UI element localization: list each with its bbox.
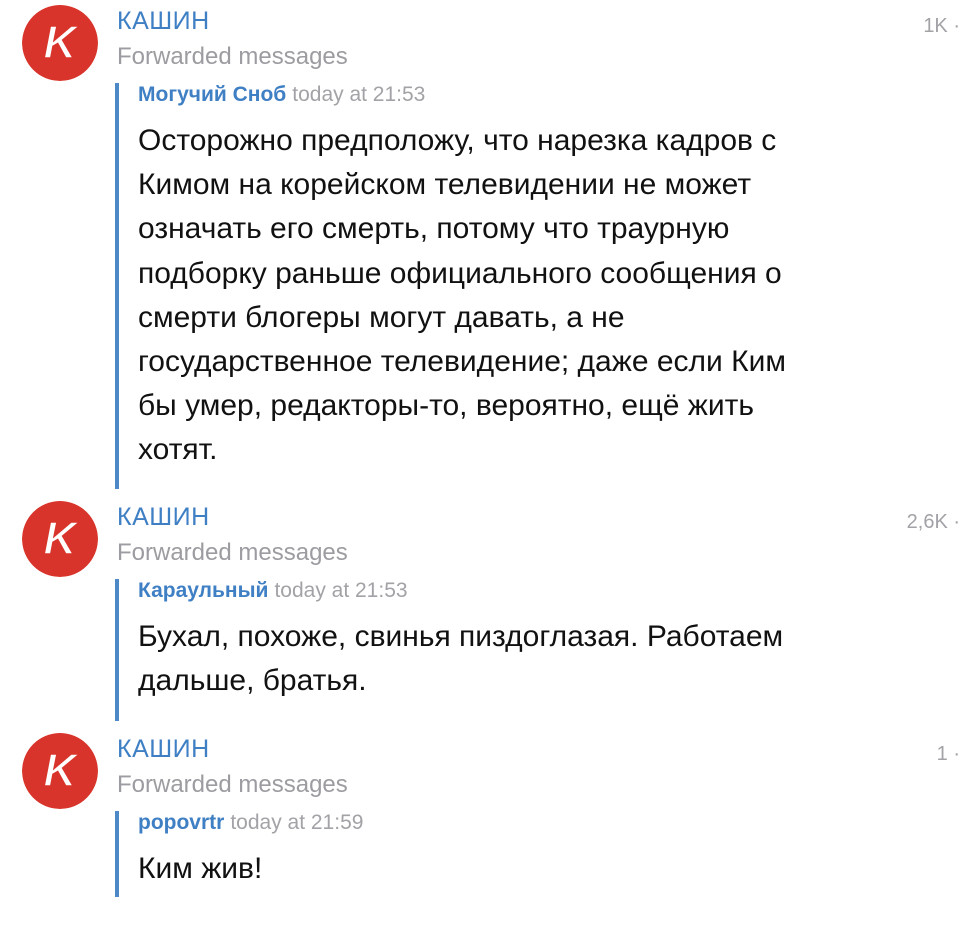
forwarded-message[interactable]: Могучий Сноб today at 21:53 Осторожно пре… bbox=[115, 83, 898, 489]
channel-name[interactable]: КАШИН bbox=[117, 503, 210, 532]
channel-logo-k-icon: K bbox=[22, 733, 98, 809]
forwarded-message[interactable]: Караульный today at 21:53 Бухал, похоже, … bbox=[115, 579, 898, 721]
channel-avatar[interactable]: K bbox=[22, 501, 98, 577]
view-count: 1 · bbox=[936, 743, 960, 765]
channel-name[interactable]: КАШИН bbox=[117, 7, 210, 36]
channel-logo-k-icon: K bbox=[22, 501, 98, 577]
forward-author[interactable]: Караульный bbox=[138, 579, 268, 602]
forwarded-label: Forwarded messages bbox=[117, 539, 348, 566]
svg-text:K: K bbox=[43, 512, 79, 564]
forwarded-message[interactable]: popovrtr today at 21:59 Ким жив! bbox=[115, 811, 898, 897]
message-feed: K КАШИН 1K · Forwarded messages Могучий … bbox=[0, 0, 960, 940]
view-count: 2,6K · bbox=[906, 511, 960, 533]
channel-avatar[interactable]: K bbox=[22, 5, 98, 81]
message-text: Бухал, похоже, свинья пиздоглазая. Работ… bbox=[138, 620, 784, 698]
channel-name[interactable]: КАШИН bbox=[117, 735, 210, 764]
channel-avatar[interactable]: K bbox=[22, 733, 98, 809]
forward-time: today at 21:53 bbox=[292, 83, 426, 106]
svg-text:K: K bbox=[43, 16, 79, 68]
forward-header: Караульный today at 21:53 bbox=[138, 579, 898, 603]
svg-text:K: K bbox=[43, 744, 79, 796]
forward-header: popovrtr today at 21:59 bbox=[138, 811, 898, 835]
forward-time: today at 21:59 bbox=[230, 811, 364, 834]
forwarded-label: Forwarded messages bbox=[117, 771, 348, 798]
channel-logo-k-icon: K bbox=[22, 5, 98, 81]
forwarded-label: Forwarded messages bbox=[117, 43, 348, 70]
forward-author[interactable]: Могучий Сноб bbox=[138, 83, 286, 106]
message-text: Ким жив! bbox=[138, 852, 263, 885]
forward-header: Могучий Сноб today at 21:53 bbox=[138, 83, 898, 107]
message-text: Осторожно предположу, что нарезка кадров… bbox=[138, 124, 786, 467]
forward-author[interactable]: popovrtr bbox=[138, 811, 224, 834]
forward-time: today at 21:53 bbox=[274, 579, 408, 602]
view-count: 1K · bbox=[923, 15, 960, 37]
